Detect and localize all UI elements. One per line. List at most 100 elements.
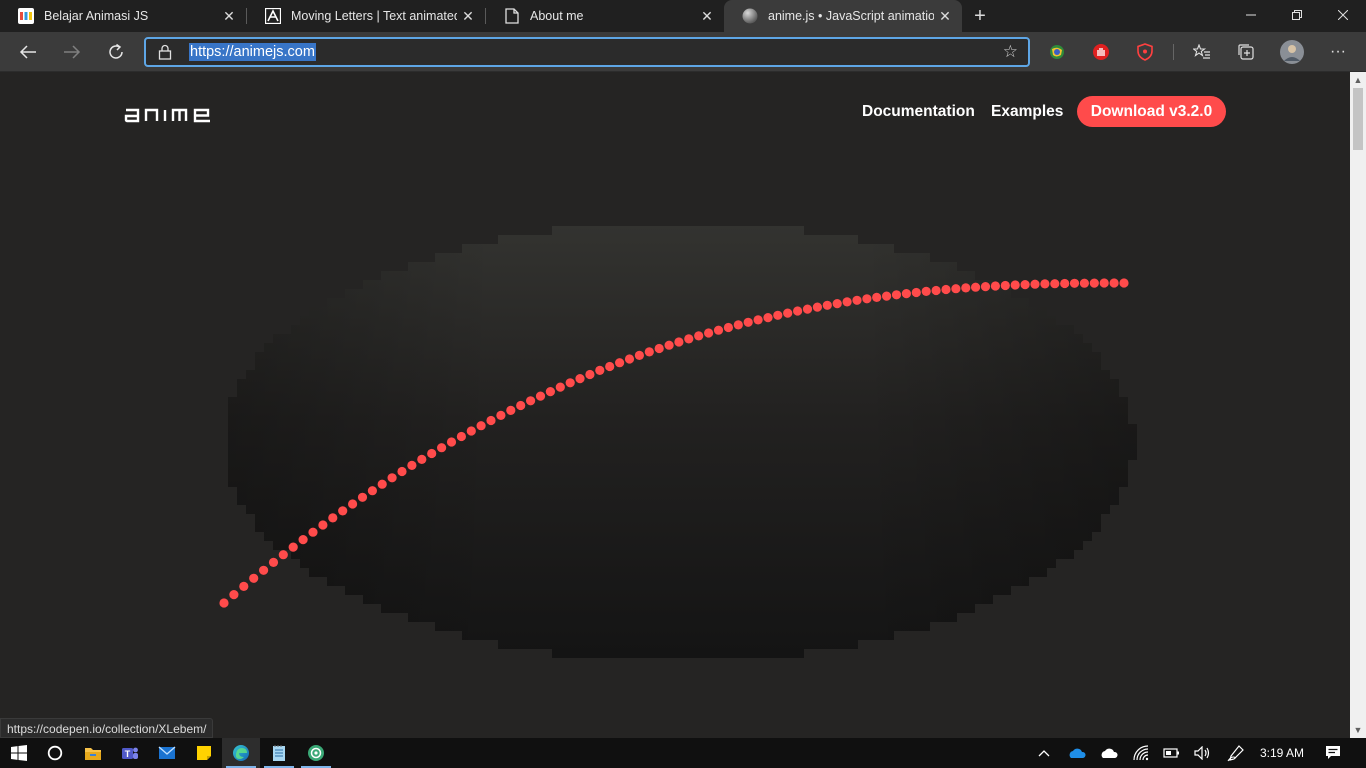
mail-icon[interactable] <box>148 738 186 768</box>
red-dot <box>901 289 912 299</box>
minimize-button[interactable] <box>1228 0 1274 30</box>
tab-animejs[interactable]: anime.js • JavaScript animation e ✕ <box>724 0 962 32</box>
favorite-star-icon[interactable]: ☆ <box>1003 42 1018 62</box>
red-dot <box>437 443 447 453</box>
extension-shield-icon[interactable] <box>1133 40 1157 64</box>
red-dot <box>832 299 842 309</box>
red-dot <box>387 473 397 483</box>
battery-icon[interactable] <box>1160 738 1184 768</box>
scroll-up-arrow-icon[interactable]: ▲ <box>1350 72 1366 88</box>
favorites-icon[interactable] <box>1190 40 1214 64</box>
red-dot <box>990 281 1001 291</box>
wifi-icon[interactable] <box>1129 738 1153 768</box>
cortana-icon[interactable] <box>36 738 74 768</box>
red-dot <box>1109 278 1119 288</box>
sticky-notes-icon[interactable] <box>185 738 223 768</box>
red-dot <box>466 426 476 436</box>
cloud-icon[interactable] <box>1096 738 1120 768</box>
collections-icon[interactable] <box>1234 40 1258 64</box>
red-dot <box>535 391 546 401</box>
red-dot <box>308 527 318 537</box>
red-dot <box>931 285 941 296</box>
scrollbar-thumb[interactable] <box>1353 88 1363 150</box>
notification-center-icon[interactable] <box>1320 738 1346 768</box>
red-dot <box>624 354 635 364</box>
refresh-button[interactable] <box>100 36 132 68</box>
red-dot <box>980 282 991 292</box>
more-menu-icon[interactable]: ··· <box>1326 40 1350 64</box>
red-dot <box>229 590 239 600</box>
close-window-button[interactable] <box>1320 0 1366 30</box>
red-dot <box>259 565 269 575</box>
red-dot <box>971 282 981 292</box>
red-dot <box>1030 279 1040 289</box>
close-tab-icon[interactable]: ✕ <box>696 5 718 27</box>
red-dot <box>249 573 259 583</box>
red-dot <box>1020 280 1030 290</box>
red-dot <box>1089 278 1099 288</box>
address-bar[interactable]: https://animejs.com ☆ <box>144 37 1030 67</box>
red-dot <box>753 315 763 325</box>
extension-hand-icon[interactable] <box>1089 40 1113 64</box>
red-dot <box>407 460 417 470</box>
tab-moving-letters[interactable]: Moving Letters | Text animated w ✕ <box>247 0 485 32</box>
pen-workspace-icon[interactable] <box>1223 738 1249 768</box>
edge-icon[interactable] <box>222 738 260 768</box>
download-button[interactable]: Download v3.2.0 <box>1077 96 1226 127</box>
profile-avatar[interactable] <box>1280 40 1304 64</box>
red-dot <box>713 325 724 335</box>
forward-button[interactable] <box>56 36 88 68</box>
tab-about-me[interactable]: About me ✕ <box>486 0 724 32</box>
app-icon[interactable] <box>297 738 335 768</box>
red-dot <box>783 308 793 318</box>
red-dot <box>684 334 694 344</box>
close-tab-icon[interactable]: ✕ <box>218 5 240 27</box>
close-tab-icon[interactable]: ✕ <box>457 5 479 27</box>
red-dot <box>822 300 832 310</box>
new-tab-button[interactable]: + <box>968 4 992 28</box>
red-dot <box>773 310 783 320</box>
onedrive-icon[interactable] <box>1064 738 1088 768</box>
hero-animation <box>219 226 1137 658</box>
red-dot <box>268 557 279 567</box>
red-dot <box>1069 278 1080 288</box>
tab-strip: Belajar Animasi JS ✕ Moving Letters | Te… <box>0 0 1366 32</box>
red-dot <box>872 292 882 302</box>
anime-logo[interactable]: anime <box>124 107 224 128</box>
back-button[interactable] <box>12 36 44 68</box>
red-dot <box>476 421 486 431</box>
tab-belajar-animasi[interactable]: Belajar Animasi JS ✕ <box>0 0 246 32</box>
red-dot <box>288 542 298 552</box>
red-dot <box>348 499 358 509</box>
notepad-icon[interactable] <box>260 738 298 768</box>
page-scrollbar[interactable]: ▲ ▼ <box>1350 72 1366 738</box>
scroll-down-arrow-icon[interactable]: ▼ <box>1350 722 1366 738</box>
red-dot <box>357 492 368 502</box>
red-dot <box>763 313 773 323</box>
volume-icon[interactable] <box>1191 738 1215 768</box>
show-hidden-icons-chevron-icon[interactable] <box>1034 738 1054 768</box>
tab-title: Belajar Animasi JS <box>44 9 149 23</box>
red-dot <box>891 290 902 300</box>
red-dot <box>545 387 556 397</box>
red-dot <box>595 365 605 375</box>
red-dot <box>298 535 308 545</box>
extension-globe-icon[interactable] <box>1045 40 1069 64</box>
nav-documentation-link[interactable]: Documentation <box>862 103 975 121</box>
system-clock[interactable]: 3:19 AM <box>1254 738 1310 768</box>
red-dot <box>882 291 892 301</box>
start-icon[interactable] <box>0 738 38 768</box>
red-dot <box>793 306 803 316</box>
url-text[interactable]: https://animejs.com <box>189 43 316 61</box>
red-dot <box>565 378 575 388</box>
red-dot <box>575 374 585 384</box>
red-dot <box>496 410 506 420</box>
red-dot <box>1060 278 1070 289</box>
restore-button[interactable] <box>1274 0 1320 30</box>
close-tab-icon[interactable]: ✕ <box>934 5 956 27</box>
file-explorer-icon[interactable] <box>74 738 112 768</box>
ellipse-shading <box>219 226 1137 658</box>
red-dot <box>456 431 466 442</box>
teams-icon[interactable]: T <box>111 738 149 768</box>
nav-examples-link[interactable]: Examples <box>991 103 1063 121</box>
